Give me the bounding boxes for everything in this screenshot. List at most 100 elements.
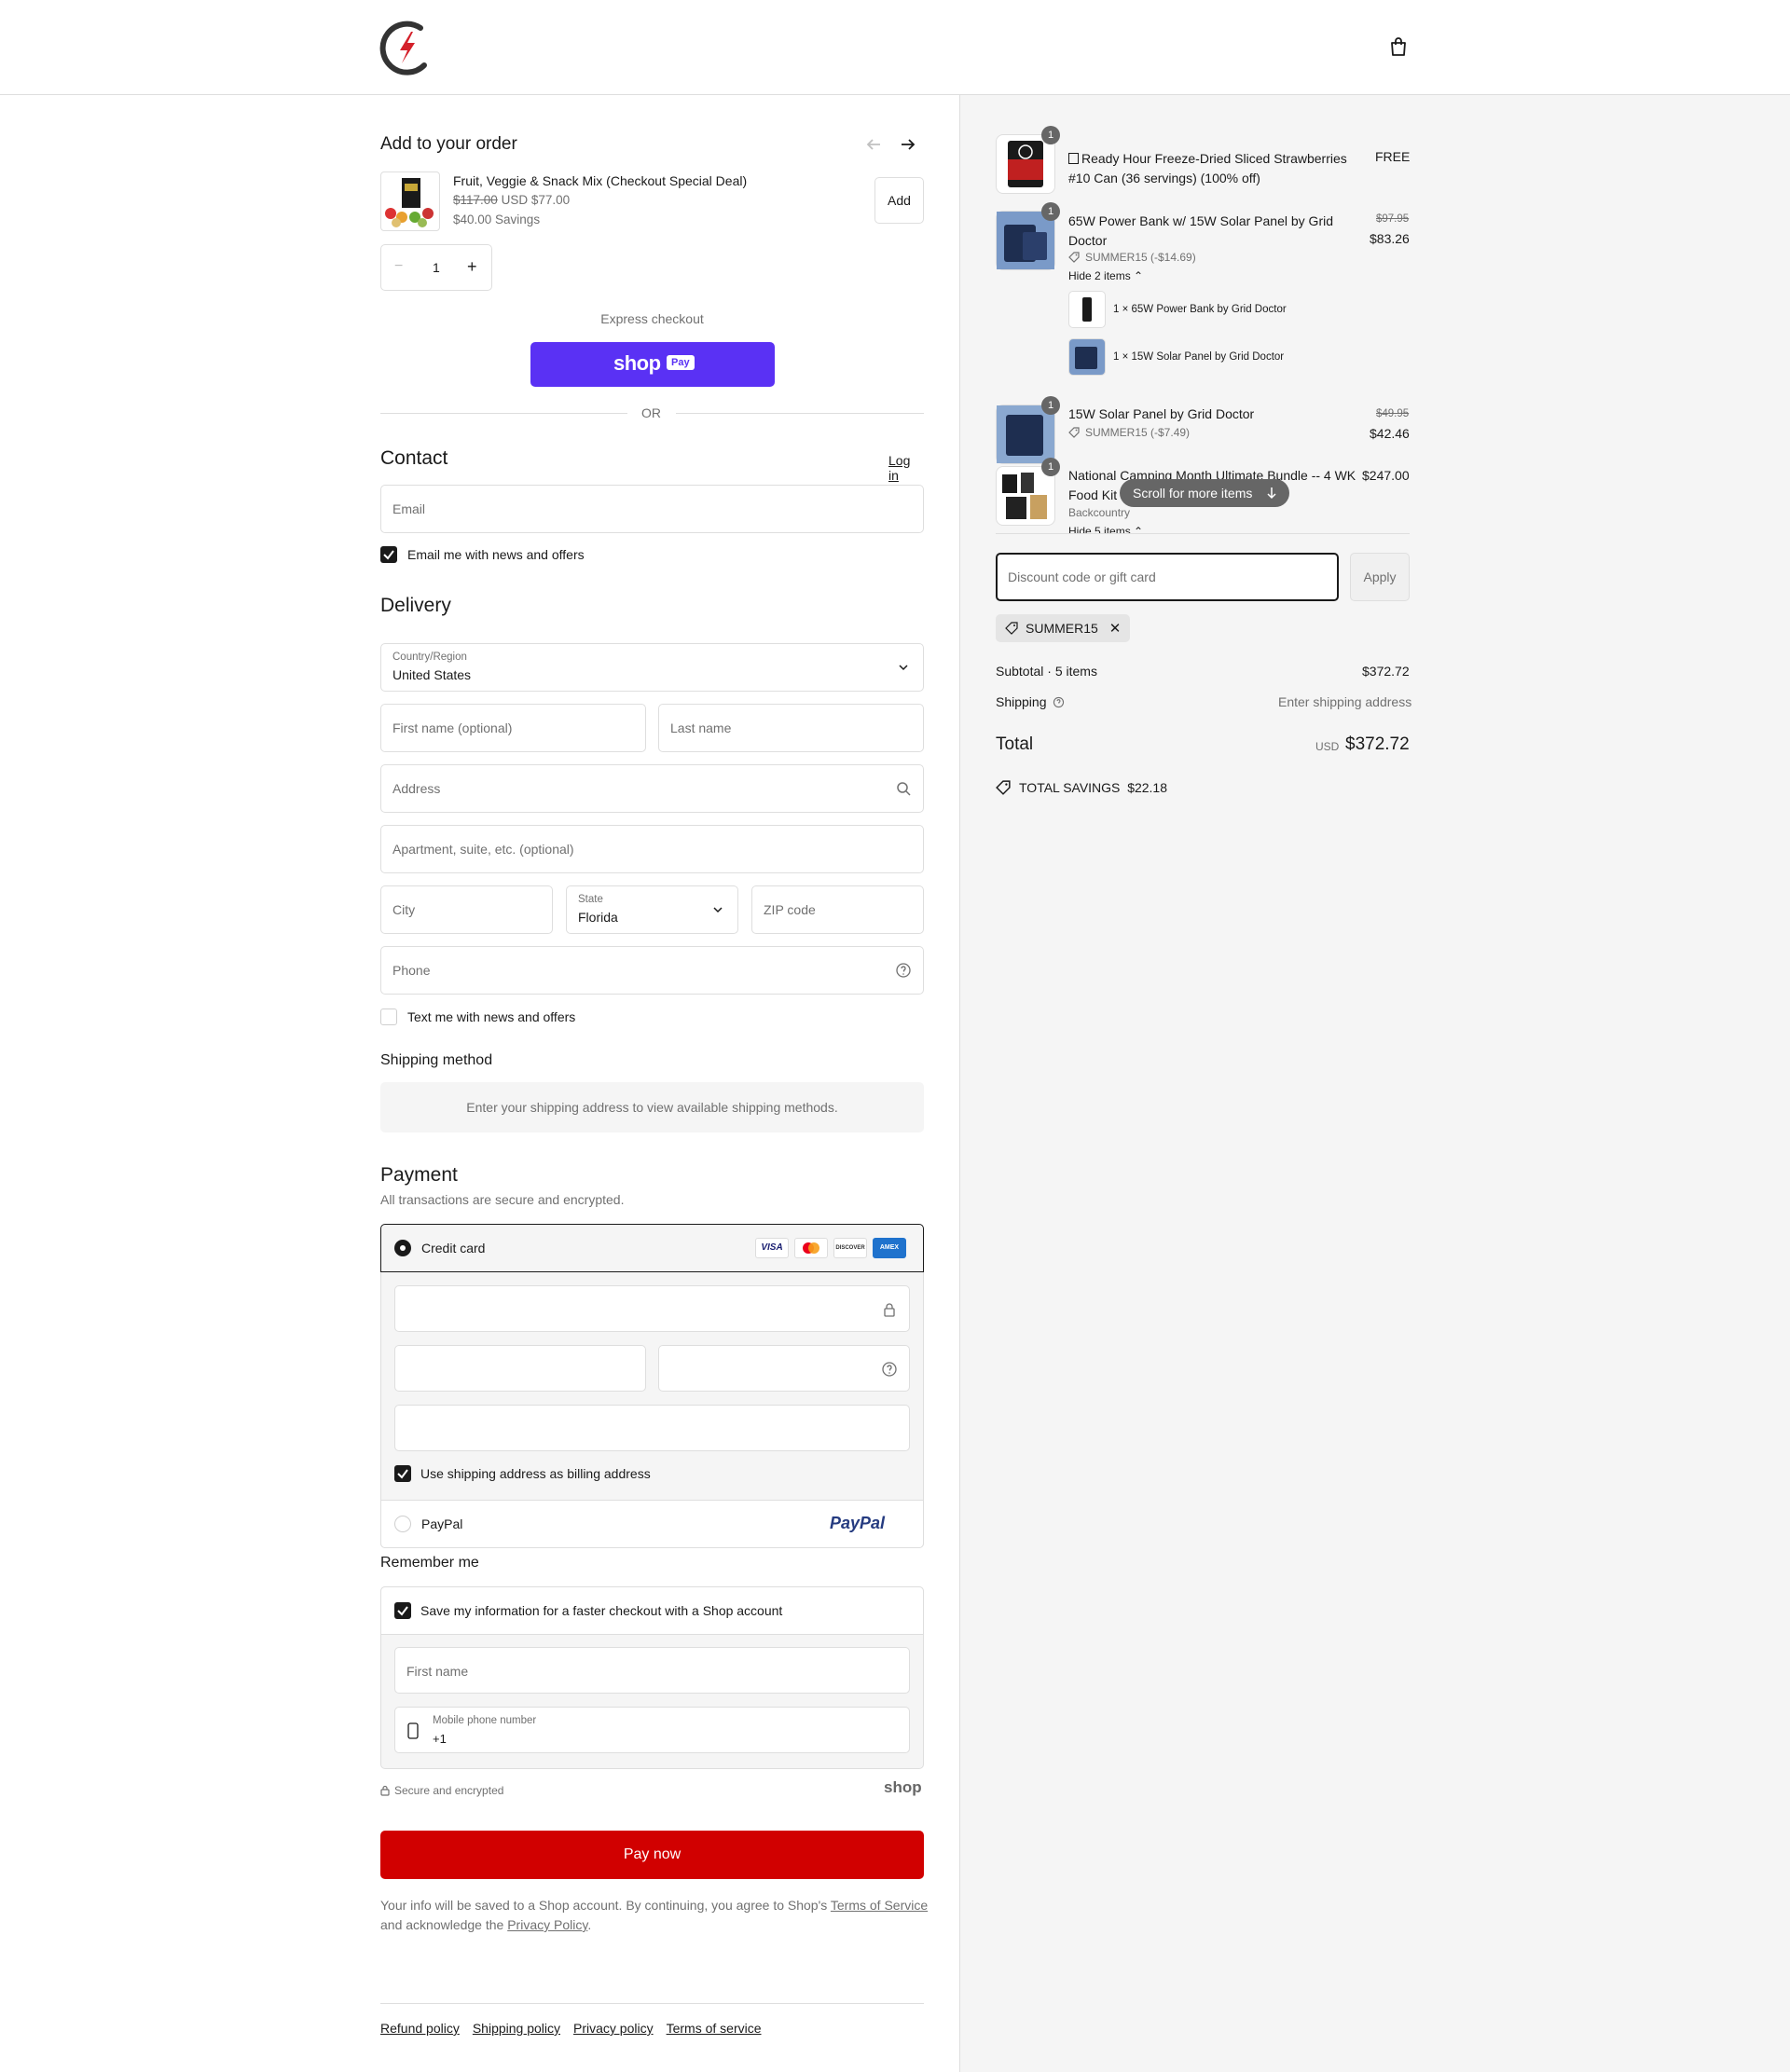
country-select[interactable]: Country/Region United States [380,643,924,692]
item-name-line2: #10 Can (36 servings) (100% off) [1068,171,1260,185]
newsletter-checkbox[interactable] [380,546,397,563]
shipping-label-text: Shipping [996,694,1047,709]
sms-checkbox[interactable] [380,1009,397,1025]
item-toggle[interactable]: Hide 5 items ⌃ [1068,525,1143,533]
privacy-link[interactable]: Privacy Policy [507,1917,587,1932]
item-name-line2: Food Kit [1068,487,1118,502]
save-info-checkbox[interactable] [394,1602,411,1619]
state-value: Florida [578,910,618,925]
address-field[interactable]: Address [380,764,924,813]
paypal-option[interactable]: PayPal PayPal [380,1500,924,1548]
order-items-list[interactable]: 1 Ready Hour Freeze-Dried Sliced Strawbe… [996,95,1410,533]
email-field[interactable]: Email [380,485,924,533]
mobile-phone-field[interactable]: Mobile phone number +1 [394,1707,910,1753]
chevron-up-icon: ⌃ [1134,269,1144,282]
divider [676,413,924,414]
minus-icon[interactable]: − [394,258,403,275]
upsell-product-image [380,172,440,231]
item-name: 65W Power Bank w/ 15W Solar Panel by Gri… [1068,212,1348,251]
item-name: 15W Solar Panel by Grid Doctor [1068,406,1255,421]
shipping-label: Shipping [996,694,1065,709]
item-qty-badge: 1 [1041,126,1060,144]
arrow-left-icon[interactable] [865,136,882,153]
remove-discount-icon[interactable]: ✕ [1109,621,1122,637]
component-thumbnail [1068,338,1106,376]
legal-prefix: Your info will be saved to a Shop accoun… [380,1898,831,1913]
phone-field[interactable]: Phone [380,946,924,995]
newsletter-label: Email me with news and offers [407,547,585,562]
upsell-title: Add to your order [380,134,517,154]
paypal-radio[interactable] [394,1516,411,1532]
refund-policy-link[interactable]: Refund policy [380,2021,460,2036]
state-select[interactable]: State Florida [566,885,738,934]
mobile-phone-icon [407,1722,419,1739]
chevron-down-icon [713,907,723,913]
arrow-down-icon [1267,487,1276,500]
first-name-field[interactable]: First name (optional) [380,704,646,752]
help-circle-icon[interactable] [1053,696,1065,708]
pay-now-button[interactable]: Pay now [380,1831,924,1879]
help-circle-icon[interactable] [895,962,912,979]
shop-pay-button[interactable]: shop Pay [530,342,775,387]
billing-same-checkbox[interactable] [394,1465,411,1482]
hide-items-toggle[interactable]: Hide 5 items [1068,525,1131,533]
item-toggle[interactable]: Hide 2 items ⌃ [1068,269,1143,282]
shipping-value: Enter shipping address [1278,694,1412,709]
paypal-logo: PayPal [830,1514,886,1532]
hide-items-toggle[interactable]: Hide 2 items [1068,269,1131,282]
arrow-right-icon[interactable] [900,136,916,153]
zip-field[interactable]: ZIP code [751,885,924,934]
billing-same-label: Use shipping address as billing address [420,1466,651,1481]
credit-card-option[interactable]: Credit card VISA DISCOVER AMEX [380,1224,924,1272]
zip-placeholder: ZIP code [764,902,816,917]
item-price: $83.26 [1370,231,1410,246]
shipping-policy-link[interactable]: Shipping policy [473,2021,560,2036]
apply-button[interactable]: Apply [1350,553,1410,601]
store-logo-icon[interactable] [379,19,435,76]
address-placeholder: Address [392,781,441,796]
first-name-placeholder: First name (optional) [392,720,513,735]
plus-icon[interactable]: + [467,257,477,277]
login-link[interactable]: Log in [888,453,924,483]
card-expiry-field[interactable] [394,1345,646,1392]
applied-code: SUMMER15 [1026,621,1098,636]
scroll-hint[interactable]: Scroll for more items [1120,479,1290,507]
item-price: FREE [1375,149,1410,164]
express-checkout-title: Express checkout [600,311,704,326]
header [0,0,1790,95]
last-name-field[interactable]: Last name [658,704,924,752]
card-name-field[interactable] [394,1405,910,1451]
payment-subtitle: All transactions are secure and encrypte… [380,1192,625,1207]
card-cvv-field[interactable] [658,1345,910,1392]
secure-label: Secure and encrypted [394,1784,504,1797]
item-price: $247.00 [1362,468,1410,483]
quantity-stepper[interactable]: − 1 + [380,244,492,291]
credit-card-radio[interactable] [394,1240,411,1256]
apartment-field[interactable]: Apartment, suite, etc. (optional) [380,825,924,873]
scroll-hint-label: Scroll for more items [1133,486,1253,501]
savings-label: TOTAL SAVINGS [1019,780,1121,795]
shop-logo: shop [884,1778,922,1796]
item-price: $42.46 [1370,426,1410,441]
help-circle-icon[interactable] [881,1361,898,1378]
discount-code-field[interactable]: Discount code or gift card [996,553,1339,601]
terms-link[interactable]: Terms of Service [831,1898,928,1913]
privacy-policy-link[interactable]: Privacy policy [573,2021,654,2036]
shop-pay-badge: Pay [667,355,695,370]
divider [380,2003,924,2004]
upsell-price: $117.00 USD $77.00 [453,193,570,207]
save-info-label: Save my information for a faster checkou… [420,1603,783,1618]
total-savings: TOTAL SAVINGS $22.18 [1019,780,1167,795]
divider [996,533,1410,534]
shopping-bag-icon[interactable] [1387,35,1410,58]
mobile-phone-label: Mobile phone number [433,1715,537,1726]
search-icon [897,782,911,796]
card-number-field[interactable] [394,1285,910,1332]
upsell-add-button[interactable]: Add [874,177,924,224]
city-field[interactable]: City [380,885,553,934]
upsell-product-name: Fruit, Veggie & Snack Mix (Checkout Spec… [453,173,748,188]
shipping-notice-text: Enter your shipping address to view avai… [466,1100,838,1115]
remember-first-name-field[interactable]: First name [394,1647,910,1694]
legal-text: Your info will be saved to a Shop accoun… [380,1896,940,1935]
terms-of-service-link[interactable]: Terms of service [667,2021,762,2036]
